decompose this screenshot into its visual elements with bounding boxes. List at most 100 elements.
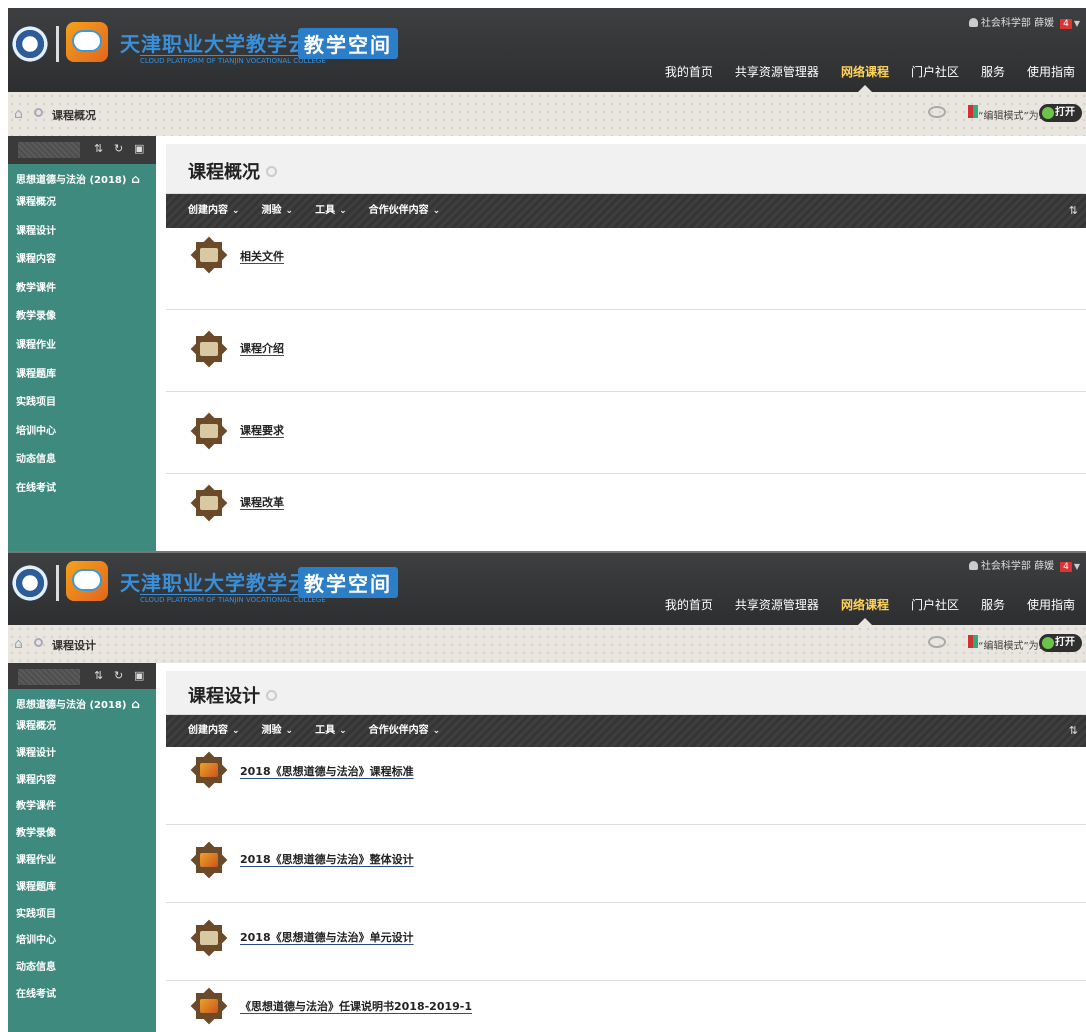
- sidebar-item-homework[interactable]: 课程作业: [16, 848, 156, 875]
- cloud-platform-logo[interactable]: [66, 561, 108, 601]
- breadcrumb-menu-icon[interactable]: [34, 108, 43, 117]
- sort-icon[interactable]: ⇅: [94, 669, 103, 682]
- sidebar-item-content[interactable]: 课程内容: [16, 246, 156, 275]
- sidebar-item-training[interactable]: 培训中心: [16, 928, 156, 955]
- item-link[interactable]: 2018《思想道德与法治》单元设计: [240, 929, 434, 945]
- create-content-button[interactable]: 创建内容 ⌄: [188, 194, 240, 228]
- edit-mode-toggle[interactable]: 打开: [1039, 634, 1082, 652]
- breadcrumb-menu-icon[interactable]: [34, 638, 43, 647]
- nav-portal-community[interactable]: 门户社区: [900, 595, 970, 625]
- quiz-button[interactable]: 测验 ⌄: [262, 715, 294, 747]
- course-title[interactable]: 思想道德与法治 (2018) ⌂: [8, 164, 156, 187]
- logo-divider: [56, 26, 59, 62]
- sidebar-toolbar: ⇅ ↻ ▣: [8, 663, 156, 689]
- student-preview-icon[interactable]: [928, 636, 946, 648]
- nav-online-courses[interactable]: 网络课程: [830, 595, 900, 625]
- notification-badge[interactable]: 4: [1060, 19, 1072, 29]
- user-menu[interactable]: 社会科学部 薛媛 4 ▼: [968, 14, 1080, 29]
- chevron-down-icon: ⌄: [232, 206, 240, 216]
- university-seal-logo: [12, 26, 48, 62]
- sort-icon[interactable]: ⇅: [1069, 715, 1078, 747]
- sidebar-item-question-bank[interactable]: 课程题库: [16, 875, 156, 902]
- teaching-space-label: 教学空间: [298, 567, 398, 598]
- sort-icon[interactable]: ⇅: [1069, 194, 1078, 228]
- sidebar-item-slides[interactable]: 教学课件: [16, 794, 156, 821]
- partner-content-button[interactable]: 合作伙伴内容 ⌄: [369, 715, 441, 747]
- edit-mode-toggle[interactable]: 打开: [1039, 104, 1082, 122]
- sidebar-item-overview[interactable]: 课程概况: [16, 714, 156, 741]
- book-icon[interactable]: [968, 105, 978, 118]
- student-preview-icon[interactable]: [928, 106, 946, 118]
- sidebar-item-practice[interactable]: 实践项目: [16, 389, 156, 418]
- page-options-icon[interactable]: [266, 690, 277, 701]
- sidebar-item-question-bank[interactable]: 课程题库: [16, 361, 156, 390]
- chevron-down-icon[interactable]: ▼: [1074, 562, 1080, 571]
- create-content-button[interactable]: 创建内容 ⌄: [188, 715, 240, 747]
- top-navigation: 我的首页 共享资源管理器 网络课程 门户社区 服务 使用指南: [654, 595, 1086, 625]
- partner-content-button[interactable]: 合作伙伴内容 ⌄: [369, 194, 441, 228]
- sidebar-item-content[interactable]: 课程内容: [16, 768, 156, 795]
- refresh-icon[interactable]: ↻: [114, 142, 123, 155]
- sidebar-item-homework[interactable]: 课程作业: [16, 332, 156, 361]
- notification-badge[interactable]: 4: [1060, 562, 1072, 572]
- list-item: 2018《思想道德与法治》单元设计: [166, 903, 1086, 981]
- course-title-text: 思想道德与法治 (2018): [16, 700, 127, 711]
- course-title[interactable]: 思想道德与法治 (2018) ⌂: [8, 689, 156, 712]
- sidebar-item-exam[interactable]: 在线考试: [16, 982, 156, 1009]
- sidebar-add-menu[interactable]: [18, 142, 80, 158]
- cloud-platform-logo[interactable]: [66, 22, 108, 62]
- item-link[interactable]: 2018《思想道德与法治》整体设计: [240, 851, 434, 867]
- nav-portal-community[interactable]: 门户社区: [900, 62, 970, 92]
- nav-user-guide[interactable]: 使用指南: [1016, 62, 1086, 92]
- user-name: 社会科学部 薛媛: [980, 561, 1055, 572]
- home-icon[interactable]: ⌂: [131, 698, 140, 711]
- sidebar-item-news[interactable]: 动态信息: [16, 446, 156, 475]
- sort-icon[interactable]: ⇅: [94, 142, 103, 155]
- chevron-down-icon: ⌄: [339, 206, 347, 216]
- tools-button[interactable]: 工具 ⌄: [315, 194, 347, 228]
- quiz-button[interactable]: 测验 ⌄: [262, 194, 294, 228]
- page-header: 课程概况: [166, 144, 1086, 194]
- sidebar-item-design[interactable]: 课程设计: [16, 218, 156, 247]
- nav-user-guide[interactable]: 使用指南: [1016, 595, 1086, 625]
- nav-resource-manager[interactable]: 共享资源管理器: [724, 595, 830, 625]
- sidebar-item-training[interactable]: 培训中心: [16, 418, 156, 447]
- item-link[interactable]: 《思想道德与法治》任课说明书2018-2019-1: [240, 998, 492, 1014]
- page-options-icon[interactable]: [266, 166, 277, 177]
- home-icon[interactable]: ⌂: [131, 173, 140, 186]
- home-icon[interactable]: ⌂: [14, 636, 23, 652]
- sidebar-item-exam[interactable]: 在线考试: [16, 475, 156, 504]
- top-navigation: 我的首页 共享资源管理器 网络课程 门户社区 服务 使用指南: [654, 62, 1086, 92]
- sidebar-item-design[interactable]: 课程设计: [16, 741, 156, 768]
- book-icon[interactable]: [968, 635, 978, 648]
- chevron-down-icon: ⌄: [285, 726, 294, 736]
- chevron-down-icon[interactable]: ▼: [1074, 19, 1080, 28]
- nav-services[interactable]: 服务: [970, 62, 1016, 92]
- refresh-icon[interactable]: ↻: [114, 669, 123, 682]
- sidebar-item-overview[interactable]: 课程概况: [16, 189, 156, 218]
- tools-button[interactable]: 工具 ⌄: [315, 715, 347, 747]
- sidebar-item-videos[interactable]: 教学录像: [16, 821, 156, 848]
- sidebar-item-slides[interactable]: 教学课件: [16, 275, 156, 304]
- item-link[interactable]: 相关文件: [240, 248, 284, 264]
- home-icon[interactable]: ⌂: [14, 106, 23, 122]
- item-link[interactable]: 课程介绍: [240, 340, 284, 356]
- sidebar-toolbar: ⇅ ↻ ▣: [8, 136, 156, 164]
- nav-home[interactable]: 我的首页: [654, 62, 724, 92]
- sidebar-item-practice[interactable]: 实践项目: [16, 902, 156, 929]
- nav-online-courses[interactable]: 网络课程: [830, 62, 900, 92]
- nav-home[interactable]: 我的首页: [654, 595, 724, 625]
- page-title: 课程设计: [188, 682, 277, 708]
- item-link[interactable]: 课程改革: [240, 494, 284, 510]
- nav-resource-manager[interactable]: 共享资源管理器: [724, 62, 830, 92]
- sidebar-item-news[interactable]: 动态信息: [16, 955, 156, 982]
- user-menu[interactable]: 社会科学部 薛媛 4 ▼: [968, 557, 1080, 572]
- sidebar-add-menu[interactable]: [18, 669, 80, 685]
- university-seal-logo: [12, 565, 48, 601]
- item-link[interactable]: 课程要求: [240, 422, 284, 438]
- folder-icon[interactable]: ▣: [134, 669, 144, 682]
- sidebar-item-videos[interactable]: 教学录像: [16, 303, 156, 332]
- item-link[interactable]: 2018《思想道德与法治》课程标准: [240, 763, 434, 779]
- folder-icon[interactable]: ▣: [134, 142, 144, 155]
- nav-services[interactable]: 服务: [970, 595, 1016, 625]
